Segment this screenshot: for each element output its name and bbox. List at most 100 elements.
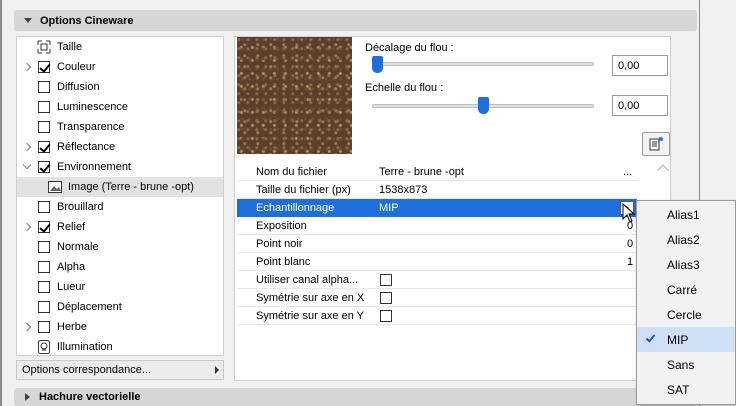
- blur-scale-value: 0,00: [618, 99, 640, 112]
- property-value[interactable]: MIP: [379, 202, 399, 214]
- chevron-right-icon[interactable]: [22, 62, 32, 72]
- section-header-cineware[interactable]: Options Cineware: [14, 10, 697, 31]
- property-key: Taille du fichier (px): [256, 183, 351, 196]
- property-key: Nom du fichier: [256, 165, 327, 178]
- channel-label: Alpha: [57, 261, 86, 273]
- property-row-utiliser-canal-alpha[interactable]: Utiliser canal alpha...: [237, 271, 637, 289]
- channel-item-transparence[interactable]: Transparence: [17, 117, 223, 137]
- channel-checkbox[interactable]: [38, 321, 50, 333]
- channel-item-brouillard[interactable]: Brouillard: [17, 197, 223, 217]
- chevron-down-icon[interactable]: [22, 160, 32, 170]
- property-trailing-value[interactable]: 1: [627, 256, 633, 268]
- property-value: Terre - brune -opt: [379, 165, 464, 178]
- channel-item-normale[interactable]: Normale: [17, 237, 223, 257]
- property-row-exposition[interactable]: Exposition 0: [237, 217, 637, 235]
- menu-item-label: MIP: [667, 332, 689, 347]
- menu-item-mip[interactable]: MIP: [637, 327, 735, 352]
- resize-icon: [37, 40, 51, 54]
- match-options-dropdown[interactable]: Options correspondance...: [16, 360, 224, 380]
- channel-item-luminescence[interactable]: Luminescence: [17, 97, 223, 117]
- section-header-vector-hatch[interactable]: Hachure vectorielle: [14, 388, 697, 406]
- chevron-right-icon[interactable]: [22, 222, 32, 232]
- channel-checkbox[interactable]: [38, 101, 50, 113]
- channel-checkbox[interactable]: [38, 121, 50, 133]
- channel-checkbox[interactable]: [38, 161, 50, 173]
- property-row-symetrie-sur-axe-en-x[interactable]: Symétrie sur axe en X: [237, 289, 637, 307]
- property-key: Symétrie sur axe en X: [256, 291, 365, 304]
- property-row-point-blanc[interactable]: Point blanc 1: [237, 253, 637, 271]
- mouse-cursor-icon: [622, 203, 636, 223]
- channel-item-image-terre-brune-opt[interactable]: Image (Terre - brune -opt): [17, 177, 223, 197]
- property-key: Utiliser canal alpha...: [256, 273, 359, 286]
- channel-checkbox[interactable]: [38, 281, 50, 293]
- blur-offset-value: 0,00: [618, 59, 640, 72]
- menu-item-cercle[interactable]: Cercle: [637, 302, 735, 327]
- channel-item-illumination[interactable]: Illumination: [17, 337, 223, 357]
- menu-item-alias1[interactable]: Alias1: [637, 202, 735, 227]
- texture-preview[interactable]: [237, 37, 352, 154]
- channel-checkbox[interactable]: [38, 201, 50, 213]
- blur-offset-slider[interactable]: [372, 62, 594, 66]
- menu-item-alias2[interactable]: Alias2: [637, 227, 735, 252]
- property-row-echantillonnage[interactable]: Echantillonnage MIP: [237, 199, 637, 217]
- blur-offset-slider-thumb[interactable]: [372, 56, 383, 73]
- channel-item-diffusion[interactable]: Diffusion: [17, 77, 223, 97]
- channel-label: Relief: [57, 221, 86, 233]
- channel-label: Illumination: [57, 341, 113, 353]
- blur-scale-slider-thumb[interactable]: [477, 97, 489, 114]
- channel-label: Image (Terre - brune -opt): [68, 181, 194, 193]
- browse-file-button[interactable]: ...: [623, 166, 632, 178]
- channel-checkbox[interactable]: [38, 221, 50, 233]
- property-key: Point noir: [256, 237, 303, 250]
- property-checkbox[interactable]: [380, 310, 392, 322]
- channel-label: Environnement: [57, 161, 131, 173]
- blur-offset-input[interactable]: 0,00: [612, 55, 668, 76]
- menu-item-sans[interactable]: Sans: [637, 352, 735, 377]
- channel-label: Brouillard: [57, 201, 104, 213]
- channel-label: Transparence: [57, 121, 125, 133]
- load-texture-button[interactable]: [642, 132, 670, 156]
- menu-item-label: Carré: [667, 282, 698, 297]
- channel-item-environnement[interactable]: Environnement: [17, 157, 223, 177]
- menu-item-carre[interactable]: Carré: [637, 277, 735, 302]
- channel-item-taille[interactable]: Taille: [17, 37, 223, 57]
- channel-checkbox[interactable]: [38, 241, 50, 253]
- property-trailing-value[interactable]: 0: [627, 238, 633, 250]
- channel-item-herbe[interactable]: Herbe: [17, 317, 223, 337]
- channel-item-reflectance[interactable]: Réflectance: [17, 137, 223, 157]
- menu-item-label: Alias2: [667, 232, 700, 247]
- property-checkbox[interactable]: [380, 274, 392, 286]
- channel-checkbox[interactable]: [38, 301, 50, 313]
- channel-checkbox[interactable]: [38, 81, 50, 93]
- channel-list[interactable]: Taille Couleur Diffusion Luminescence Transp…: [16, 36, 224, 356]
- channel-checkbox[interactable]: [38, 261, 50, 273]
- menu-item-label: Alias3: [667, 257, 700, 272]
- blur-scale-input[interactable]: 0,00: [612, 95, 668, 116]
- menu-item-label: Sans: [667, 357, 695, 372]
- section-title-bottom: Hachure vectorielle: [39, 391, 141, 403]
- bulb-icon: [38, 340, 50, 354]
- channel-item-deplacement[interactable]: Déplacement: [17, 297, 223, 317]
- menu-item-alias3[interactable]: Alias3: [637, 252, 735, 277]
- property-row-point-noir[interactable]: Point noir 0: [237, 235, 637, 253]
- image-icon: [48, 181, 62, 193]
- expand-triangle-icon: [25, 393, 30, 401]
- property-row-taille-du-fichier-px[interactable]: Taille du fichier (px) 1538x873: [237, 181, 637, 199]
- chevron-right-icon[interactable]: [22, 142, 32, 152]
- blur-offset-label: Décalage du flou :: [365, 42, 454, 54]
- chevron-right-icon[interactable]: [22, 322, 32, 332]
- property-row-nom-du-fichier[interactable]: Nom du fichier Terre - brune -opt...: [237, 163, 637, 181]
- sampling-popup-menu[interactable]: Alias1 Alias2 Alias3 Carré Cercle MIP Sans SAT: [636, 200, 736, 405]
- menu-item-sat[interactable]: SAT: [637, 377, 735, 402]
- channel-item-relief[interactable]: Relief: [17, 217, 223, 237]
- channel-checkbox[interactable]: [38, 141, 50, 153]
- channel-checkbox[interactable]: [38, 61, 50, 73]
- menu-item-label: Cercle: [667, 307, 702, 322]
- property-checkbox[interactable]: [380, 292, 392, 304]
- channel-item-lueur[interactable]: Lueur: [17, 277, 223, 297]
- channel-item-couleur[interactable]: Couleur: [17, 57, 223, 77]
- channel-label: Diffusion: [57, 81, 100, 93]
- channel-item-alpha[interactable]: Alpha: [17, 257, 223, 277]
- channel-label: Déplacement: [57, 301, 122, 313]
- property-row-symetrie-sur-axe-en-y[interactable]: Symétrie sur axe en Y: [237, 307, 637, 325]
